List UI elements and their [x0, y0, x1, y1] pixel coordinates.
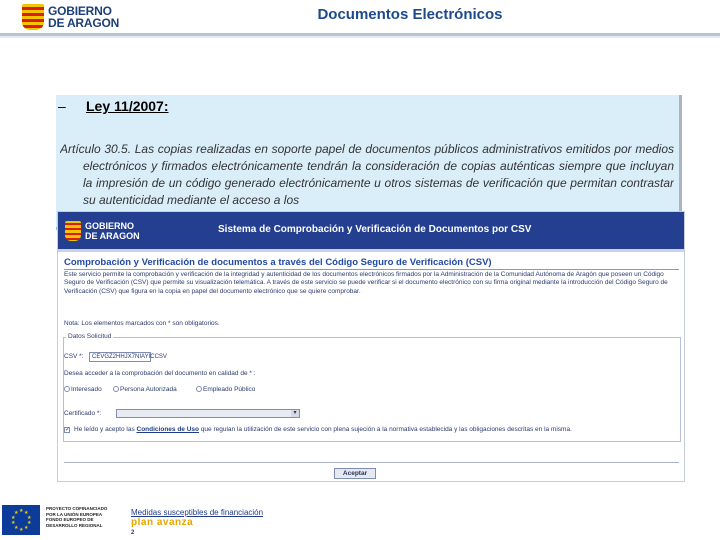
- radio-interesado[interactable]: Interesado: [64, 386, 102, 393]
- consent-checkbox[interactable]: ✓: [64, 427, 70, 433]
- bullet-dash: –: [58, 98, 66, 114]
- fieldset-legend: Datos Solicitud: [66, 333, 114, 340]
- csv-input[interactable]: CEVGZ2HHJX7NIAYICCSV: [89, 352, 167, 362]
- gobierno-aragon-logo: GOBIERNO DE ARAGON: [22, 3, 142, 31]
- header-divider-light: [0, 36, 720, 38]
- eu-funding-text: PROYECTO COFINANCIADO POR LA UNIÓN EUROP…: [46, 506, 108, 528]
- consent-prefix: He leído y acepto las: [74, 426, 135, 433]
- access-question: Desea acceder a la comprobación del docu…: [64, 370, 256, 377]
- radio-label-persona-autorizada: Persona Autorizada: [120, 386, 177, 393]
- certificate-select[interactable]: ▾: [116, 409, 300, 418]
- certificate-label: Certificado *:: [64, 410, 102, 417]
- radio-icon: [196, 386, 202, 393]
- page-title: Documentos Electrónicos: [317, 6, 503, 23]
- terms-link[interactable]: Condiciones de Uso: [137, 426, 199, 433]
- eu-flag-icon: ★ ★ ★ ★ ★ ★ ★ ★ ★ ★: [2, 505, 40, 535]
- system-title: Sistema de Comprobación y Verificación d…: [218, 224, 532, 235]
- header-bar: GOBIERNO DE ARAGON Documentos Electrónic…: [0, 0, 720, 36]
- aragon-shield-icon: [22, 4, 44, 30]
- embedded-logo-line-1: GOBIERNO: [85, 221, 135, 231]
- law-title: Ley 11/2007:: [86, 98, 169, 114]
- article-text: Artículo 30.5. Las copias realizadas en …: [60, 142, 674, 207]
- radio-icon: [113, 386, 119, 393]
- radio-empleado-publico[interactable]: Empleado Público: [196, 386, 255, 393]
- dropdown-arrow-icon: ▾: [291, 410, 299, 417]
- slide-page: GOBIERNO DE ARAGON Documentos Electrónic…: [0, 0, 720, 540]
- logo-line-2: DE ARAGON: [48, 16, 120, 30]
- plan-avanza-mark: 2: [131, 530, 135, 536]
- embedded-logo-line-2: DE ARAGON: [85, 231, 140, 241]
- required-fields-note: Nota: Los elementos marcados con * son o…: [64, 320, 220, 327]
- aragon-shield-icon: [65, 221, 81, 241]
- consent-text: He leído y acepto las Condiciones de Uso…: [74, 426, 674, 434]
- embedded-subtitle: Comprobación y Verificación de documento…: [64, 257, 679, 270]
- radio-persona-autorizada[interactable]: Persona Autorizada: [113, 386, 177, 393]
- funding-label: Medidas susceptibles de financiación: [131, 508, 264, 517]
- csv-verification-screenshot: GOBIERNO DE ARAGON Sistema de Comprobaci…: [57, 211, 685, 482]
- radio-label-interesado: Interesado: [71, 386, 102, 393]
- radio-label-empleado-publico: Empleado Público: [203, 386, 256, 393]
- embedded-logo: GOBIERNO DE ARAGON: [65, 221, 140, 241]
- eu-funding-logo: ★ ★ ★ ★ ★ ★ ★ ★ ★ ★ PROYECTO COFINANCIAD…: [0, 502, 120, 540]
- form-divider: [64, 462, 679, 463]
- consent-suffix: que regulan la utilización de este servi…: [200, 426, 572, 433]
- embedded-header-bar: GOBIERNO DE ARAGON Sistema de Comprobaci…: [58, 212, 684, 252]
- radio-icon: [64, 386, 70, 393]
- embedded-intro-text: Este servicio permite la comprobación y …: [64, 271, 668, 295]
- csv-label: CSV *:: [64, 353, 84, 360]
- accept-button[interactable]: Aceptar: [334, 468, 376, 479]
- plan-avanza-logo: plan avanza: [131, 517, 194, 528]
